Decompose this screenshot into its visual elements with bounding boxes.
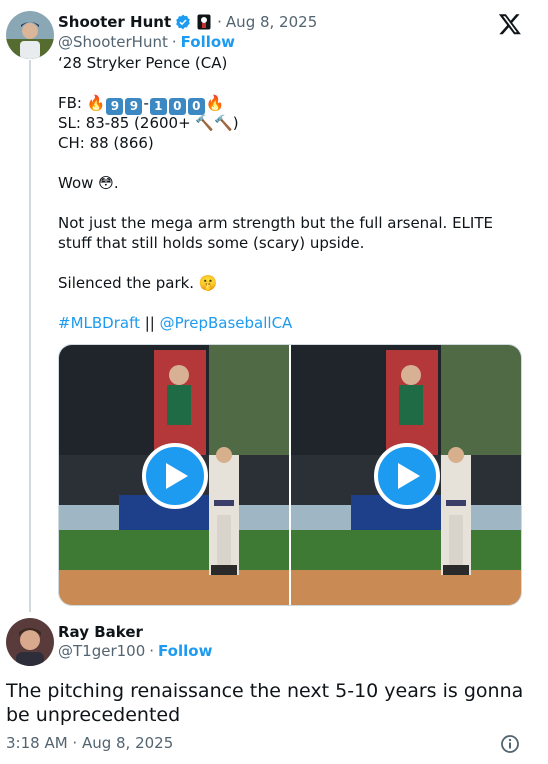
fire-emoji: 🔥 <box>86 94 106 112</box>
sl-prefix: SL: 83-85 (2600+ <box>58 114 196 132</box>
quoted-handle-row: @ShooterHunt · Follow <box>58 33 235 51</box>
quoted-post-date[interactable]: Aug 8, 2025 <box>226 13 317 31</box>
dot-separator: · <box>217 13 222 31</box>
wow-line: Wow 😳. <box>58 173 528 193</box>
reply-author-name[interactable]: Ray Baker <box>58 623 143 641</box>
hashtag-link[interactable]: #MLBDraft <box>58 314 140 332</box>
reply-author-handle[interactable]: @T1ger100 <box>58 642 145 660</box>
play-icon <box>166 463 188 489</box>
play-icon <box>398 463 420 489</box>
reply-handle-row: @T1ger100 · Follow <box>58 642 212 660</box>
verified-badge-icon <box>175 14 191 30</box>
fire-emoji: 🔥 <box>205 94 225 112</box>
play-button[interactable] <box>374 443 440 509</box>
quoted-author-handle[interactable]: @ShooterHunt <box>58 33 168 51</box>
fastball-line: FB: 🔥 9 9-1 0 0 🔥 <box>58 93 528 115</box>
slider-line: SL: 83-85 (2600+ 🔨🔨) <box>58 113 528 133</box>
flushed-emoji: 😳 <box>98 174 114 192</box>
quoted-author-name[interactable]: Shooter Hunt <box>58 13 171 31</box>
reply-author-header: Ray Baker <box>58 622 143 641</box>
hammer-emoji: 🔨 <box>214 114 233 132</box>
x-logo-icon[interactable] <box>498 12 522 36</box>
silenced-line: Silenced the park. 🤫 <box>58 273 528 293</box>
tags-line: #MLBDraft || @PrepBaseballCA <box>58 313 528 333</box>
dot-separator: · <box>171 33 177 51</box>
sl-suffix: ) <box>232 114 239 132</box>
quoted-author-header: Shooter Hunt · Aug 8, 2025 <box>58 11 317 33</box>
mention-link[interactable]: @PrepBaseballCA <box>160 314 293 332</box>
shush-emoji: 🤫 <box>198 274 218 292</box>
affiliate-badge-icon <box>197 14 211 30</box>
dash: - <box>143 94 149 112</box>
video-thumbnail[interactable] <box>291 345 521 605</box>
silenced-text: Silenced the park. <box>58 274 199 292</box>
follow-button[interactable]: Follow <box>158 642 212 660</box>
info-icon[interactable] <box>500 734 520 754</box>
quoted-post-text: ‘28 Stryker Pence (CA) FB: 🔥 9 9-1 0 0 🔥 SL: … <box>58 53 528 333</box>
fb-prefix: FB: <box>58 94 87 112</box>
reply-post-text: The pitching renaissance the next 5-10 y… <box>6 680 524 726</box>
follow-button[interactable]: Follow <box>181 33 235 51</box>
reply-post-timestamp[interactable]: 3:18 AM · Aug 8, 2025 <box>6 734 173 752</box>
separator: || <box>139 314 160 332</box>
video-thumbnail[interactable] <box>59 345 289 605</box>
quoted-author-avatar[interactable] <box>6 11 54 59</box>
wow-suffix: . <box>113 174 119 192</box>
media-grid <box>58 344 522 606</box>
thread-connector-line <box>29 60 31 612</box>
play-button[interactable] <box>142 443 208 509</box>
text-line: ‘28 Stryker Pence (CA) <box>58 54 228 72</box>
hammer-emoji: 🔨 <box>195 114 215 132</box>
text-line: Not just the mega arm strength but the f… <box>58 214 493 232</box>
wow-text: Wow <box>58 174 99 192</box>
dot-separator: · <box>149 642 155 660</box>
changeup-line: CH: 88 (866) <box>58 134 154 152</box>
text-line: stuff that still holds some (scary) upsi… <box>58 234 365 252</box>
reply-author-avatar[interactable] <box>6 618 54 666</box>
